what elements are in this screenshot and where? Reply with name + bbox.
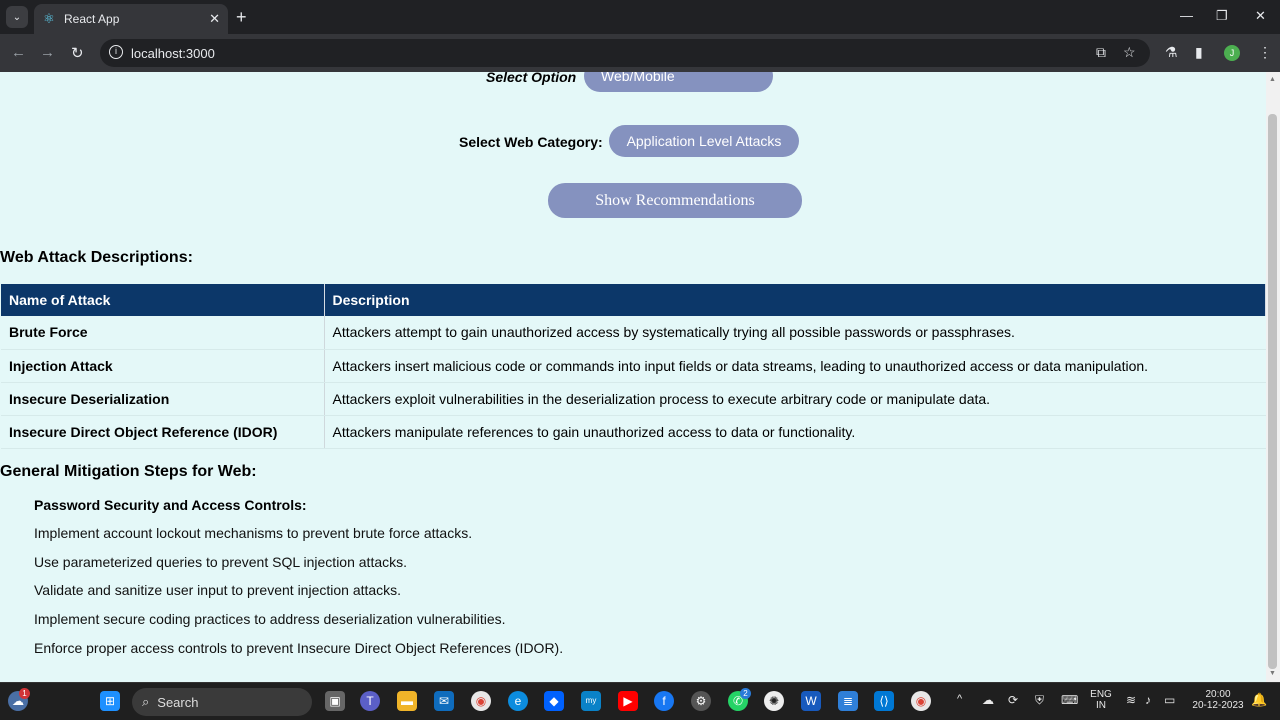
facebook-icon[interactable]: f — [654, 691, 674, 711]
mail-icon[interactable]: ✉ — [434, 691, 454, 711]
list-item: Validate and sanitize user input to prev… — [34, 582, 402, 599]
edge-icon[interactable]: e — [508, 691, 528, 711]
teams-icon[interactable]: T — [360, 691, 380, 711]
attack-description: Attackers exploit vulnerabilities in the… — [324, 382, 1266, 416]
attack-descriptions-title: Web Attack Descriptions: — [0, 249, 193, 266]
weather-badge: 1 — [19, 688, 30, 699]
language-indicator[interactable]: ENG IN — [1090, 689, 1112, 711]
react-icon: ⚛ — [43, 11, 55, 26]
web-category-label: Select Web Category: — [459, 134, 603, 150]
clock-time: 20:00 — [1205, 689, 1231, 700]
attack-description: Attackers manipulate references to gain … — [324, 415, 1266, 449]
install-app-icon[interactable]: ⧉ — [1096, 44, 1106, 61]
clock[interactable]: 20:00 20-12-2023 — [1190, 689, 1246, 711]
window-close-icon[interactable]: ✕ — [1255, 8, 1266, 24]
youtube-icon[interactable]: ▶ — [618, 691, 638, 711]
clock-date: 20-12-2023 — [1192, 700, 1244, 711]
chrome-active-icon[interactable]: ◉ — [911, 691, 931, 711]
page-content: Select Option Web/Mobile Select Web Cate… — [0, 72, 1266, 682]
option-select[interactable]: Web/Mobile — [584, 72, 773, 92]
word-icon[interactable]: W — [801, 691, 821, 711]
table-header-row: Name of Attack Description — [1, 284, 1266, 316]
mysql-icon[interactable]: my — [581, 691, 601, 711]
list-item: Enforce proper access controls to preven… — [34, 639, 564, 656]
list-item: Implement secure coding practices to add… — [34, 611, 506, 628]
dropbox-icon[interactable]: ◆ — [544, 691, 564, 711]
info-icon[interactable]: i — [109, 45, 123, 59]
volume-icon[interactable]: ♪ — [1145, 693, 1151, 707]
side-panel-icon[interactable]: ▮ — [1195, 44, 1203, 61]
battery-icon[interactable]: ▭ — [1164, 693, 1175, 707]
wifi-icon[interactable]: ≋ — [1126, 693, 1136, 707]
windows-taskbar: ☁ 1 ⊞ ⌕ Search ▣ T ▬ ✉ ◉ e ◆ my ▶ f ⚙ ✆ … — [0, 682, 1280, 720]
shield-icon[interactable]: ⛨ — [1035, 693, 1044, 708]
column-header-name: Name of Attack — [1, 284, 325, 316]
tab-strip: ⌄ ⚛ React App ✕ + — ❐ ✕ — [0, 0, 1280, 34]
url-text[interactable]: localhost:3000 — [131, 46, 215, 61]
select-option-label: Select Option — [486, 72, 577, 85]
table-row: Insecure Direct Object Reference (IDOR) … — [1, 415, 1266, 449]
tab-react-app[interactable]: ⚛ React App ✕ — [34, 4, 228, 34]
forward-arrow-icon[interactable]: → — [40, 44, 55, 61]
table-row: Insecure Deserialization Attackers explo… — [1, 382, 1266, 416]
language-code: ENG — [1090, 689, 1112, 700]
notepad-icon[interactable]: ≣ — [838, 691, 858, 711]
star-icon[interactable]: ☆ — [1123, 44, 1136, 61]
mitigation-subtitle: Password Security and Access Controls: — [34, 497, 307, 513]
address-bar[interactable]: i localhost:3000 ⧉ ☆ — [100, 39, 1150, 67]
column-header-description: Description — [324, 284, 1266, 316]
search-placeholder: Search — [157, 694, 199, 710]
scroll-up-icon[interactable]: ▲ — [1269, 76, 1276, 83]
labs-flask-icon[interactable]: ⚗ — [1165, 44, 1178, 61]
notification-bell-icon[interactable]: 🔔 — [1251, 692, 1267, 708]
tab-title: React App — [64, 12, 120, 26]
maximize-icon[interactable]: ❐ — [1216, 8, 1228, 24]
browser-toolbar: ← → ↻ i localhost:3000 ⧉ ☆ ⚗ ▮ J ⋮ — [0, 34, 1280, 72]
back-arrow-icon[interactable]: ← — [11, 44, 26, 61]
plus-icon[interactable]: + — [236, 7, 247, 28]
settings-icon[interactable]: ⚙ — [691, 691, 711, 711]
attack-name: Insecure Direct Object Reference (IDOR) — [1, 415, 325, 449]
openai-icon[interactable]: ✺ — [764, 691, 784, 711]
task-view-icon[interactable]: ▣ — [325, 691, 345, 711]
list-item: Implement account lockout mechanisms to … — [34, 525, 473, 541]
list-item: Use parameterized queries to prevent SQL… — [34, 553, 408, 570]
scroll-down-icon[interactable]: ▼ — [1269, 670, 1276, 677]
minimize-icon[interactable]: — — [1180, 8, 1193, 23]
mitigation-list: Implement account lockout mechanisms to … — [34, 525, 563, 668]
chevron-down-icon[interactable]: ⌄ — [6, 6, 28, 28]
scrollbar-thumb[interactable] — [1268, 114, 1277, 669]
show-recommendations-button[interactable]: Show Recommendations — [548, 183, 802, 218]
onedrive-icon[interactable]: ☁ — [982, 693, 994, 707]
windows-start-icon[interactable]: ⊞ — [100, 691, 120, 711]
attacks-table: Name of Attack Description Brute Force A… — [1, 284, 1266, 449]
attack-name: Insecure Deserialization — [1, 382, 325, 416]
attack-description: Attackers insert malicious code or comma… — [324, 349, 1266, 383]
reload-icon[interactable]: ↻ — [71, 44, 84, 62]
attack-name: Brute Force — [1, 316, 325, 350]
search-icon: ⌕ — [142, 694, 150, 709]
sync-icon[interactable]: ⟳ — [1008, 693, 1018, 707]
vscode-icon[interactable]: ⟨⟩ — [874, 691, 894, 711]
close-icon[interactable]: ✕ — [209, 11, 220, 27]
chevron-up-icon[interactable]: ^ — [957, 693, 962, 705]
whatsapp-badge: 2 — [740, 688, 751, 699]
avatar[interactable]: J — [1224, 45, 1240, 61]
table-row: Injection Attack Attackers insert malici… — [1, 349, 1266, 383]
mitigation-title: General Mitigation Steps for Web: — [0, 463, 257, 480]
keyboard-icon[interactable]: ⌨ — [1061, 693, 1078, 707]
chrome-icon[interactable]: ◉ — [471, 691, 491, 711]
search-input[interactable]: ⌕ Search — [132, 688, 312, 716]
attack-name: Injection Attack — [1, 349, 325, 383]
web-category-select[interactable]: Application Level Attacks — [609, 125, 799, 157]
file-explorer-icon[interactable]: ▬ — [397, 691, 417, 711]
table-row: Brute Force Attackers attempt to gain un… — [1, 316, 1266, 350]
kebab-menu-icon[interactable]: ⋮ — [1258, 44, 1272, 61]
attack-description: Attackers attempt to gain unauthorized a… — [324, 316, 1266, 350]
page-scrollbar[interactable]: ▲ ▼ — [1266, 72, 1280, 682]
region-code: IN — [1096, 700, 1106, 711]
